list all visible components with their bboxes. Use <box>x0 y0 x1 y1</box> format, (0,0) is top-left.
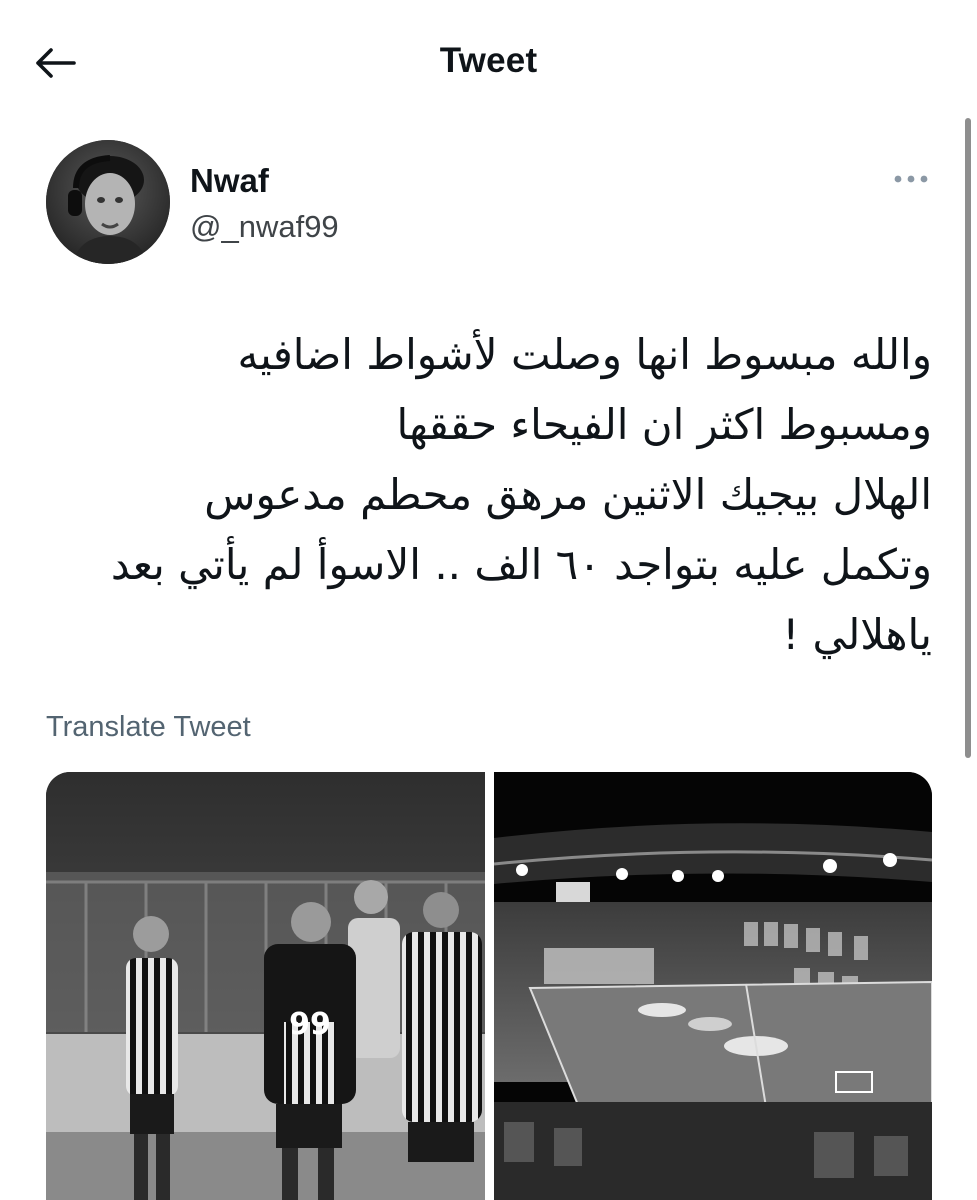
tweet-line: ياهلالي ! <box>782 610 932 659</box>
tweet-line: الهلال بيجيك الاثنين مرهق محطم مدعوس <box>204 470 932 519</box>
tweet-photo-players[interactable]: 99 <box>46 772 485 1200</box>
tweet-photo-stadium[interactable] <box>494 772 932 1200</box>
more-options-button[interactable] <box>888 164 934 194</box>
tweet-text: والله مبسوط انها وصلت لأشواط اضافيه ومسب… <box>40 320 932 670</box>
author-handle[interactable]: @_nwaf99 <box>190 209 339 245</box>
ellipsis-icon <box>894 175 928 183</box>
page-title: Tweet <box>439 41 538 80</box>
avatar[interactable] <box>46 140 170 264</box>
tweet-line: والله مبسوط انها وصلت لأشواط اضافيه <box>237 330 932 379</box>
jersey-number: 99 <box>289 1007 331 1042</box>
translate-tweet-link[interactable]: Translate Tweet <box>46 711 251 744</box>
tweet-line: وتكمل عليه بتواجد ٦٠ الف .. الاسوأ لم يأ… <box>110 540 932 589</box>
scrollbar[interactable] <box>965 118 971 758</box>
tweet-line: ومسبوط اكثر ان الفيحاء حققها <box>396 400 932 449</box>
top-bar: Tweet <box>0 0 977 124</box>
author-name[interactable]: Nwaf <box>190 162 269 200</box>
